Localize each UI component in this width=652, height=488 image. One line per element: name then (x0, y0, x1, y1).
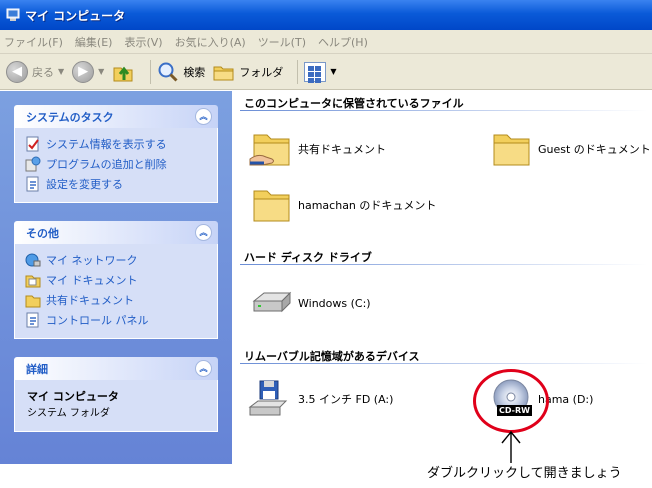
item-hamachan-documents[interactable]: hamachan のドキュメント (248, 185, 436, 225)
views-button[interactable]: ▼ (304, 61, 336, 83)
folder-icon (253, 190, 290, 222)
toolbar-separator (150, 59, 152, 84)
other-places-panel: その他 ︽ マイ ネットワーク マイ ドキュメント 共有ドキュメント コントロー… (14, 221, 218, 339)
system-info-icon (26, 136, 39, 152)
menu-bar: ファイル(F) 編集(E) 表示(V) お気に入り(A) ツール(T) ヘルプ(… (0, 30, 652, 54)
item-label: Guest のドキュメント (538, 143, 651, 156)
folders-button[interactable]: フォルダ (213, 61, 283, 83)
item-floppy-a[interactable]: 3.5 インチ FD (A:) (248, 379, 393, 419)
item-label: hamachan のドキュメント (298, 199, 437, 212)
link-my-documents[interactable]: マイ ドキュメント (25, 270, 207, 290)
group-divider (240, 110, 648, 111)
menu-help[interactable]: ヘルプ(H) (318, 34, 368, 50)
item-shared-documents[interactable]: 共有ドキュメント (248, 129, 386, 169)
toolbar-separator (297, 59, 299, 84)
back-dropdown-icon[interactable]: ▼ (58, 67, 64, 76)
up-arrow-icon (501, 430, 521, 463)
content-area: このコンピュータに保管されているファイル 共有ドキュメント Guest のドキュ… (232, 91, 652, 464)
details-name: マイ コンピュータ (27, 390, 119, 403)
views-dropdown-icon[interactable]: ▼ (330, 67, 336, 76)
group-title-hdd: ハード ディスク ドライブ (244, 251, 372, 264)
window-title: マイ コンピュータ (25, 8, 126, 23)
shared-folder-icon (25, 295, 41, 308)
control-panel-icon (26, 176, 39, 192)
group-divider (240, 363, 648, 364)
task-add-remove-programs[interactable]: プログラムの追加と削除 (25, 154, 207, 174)
details-body: マイ コンピュータ システム フォルダ (14, 380, 218, 432)
control-panel-icon (26, 312, 39, 328)
group-title-removable: リムーバブル記憶域があるデバイス (244, 350, 420, 363)
back-arrow-icon: ◀ (6, 60, 28, 83)
details-subtitle: システム フォルダ (27, 408, 110, 419)
other-places-title: その他 (26, 226, 59, 240)
task-label: システム情報を表示する (46, 138, 167, 151)
back-button[interactable]: ◀ 戻る ▼ (6, 60, 64, 83)
search-button[interactable]: 検索 (157, 61, 205, 83)
item-label: 共有ドキュメント (298, 143, 386, 156)
forward-arrow-icon: ▶ (72, 60, 95, 83)
my-computer-icon (6, 8, 20, 21)
add-remove-programs-icon (25, 156, 41, 172)
hard-drive-icon (252, 291, 292, 313)
link-control-panel[interactable]: コントロール パネル (25, 310, 207, 330)
network-icon (25, 253, 41, 267)
menu-favorites[interactable]: お気に入り(A) (175, 34, 246, 50)
forward-button[interactable]: ▶ ▼ (72, 60, 104, 83)
up-folder-button[interactable] (112, 60, 136, 84)
toolbar: ◀ 戻る ▼ ▶ ▼ 検索 フォルダ ▼ (0, 54, 652, 90)
search-icon (158, 62, 178, 82)
item-label: 3.5 インチ FD (A:) (298, 393, 394, 406)
folders-icon (213, 66, 234, 80)
title-bar[interactable]: マイ コンピュータ (0, 0, 652, 30)
back-label: 戻る (32, 65, 54, 79)
link-my-network[interactable]: マイ ネットワーク (25, 250, 207, 270)
system-tasks-panel: システムのタスク ︽ システム情報を表示する プログラムの追加と削除 設定を変更… (14, 105, 218, 203)
system-tasks-body: システム情報を表示する プログラムの追加と削除 設定を変更する (14, 128, 218, 203)
task-view-system-info[interactable]: システム情報を表示する (25, 134, 207, 154)
collapse-chevron-icon[interactable]: ︽ (195, 108, 212, 125)
system-tasks-title: システムのタスク (26, 110, 114, 124)
details-title: 詳細 (26, 362, 48, 376)
link-shared-documents[interactable]: 共有ドキュメント (25, 290, 207, 310)
group-title-files: このコンピュータに保管されているファイル (244, 97, 464, 110)
annotation-circle (473, 369, 549, 433)
collapse-chevron-icon[interactable]: ︽ (195, 360, 212, 377)
task-label: 設定を変更する (46, 178, 123, 191)
item-drive-c[interactable]: Windows (C:) (248, 283, 371, 323)
folder-icon (493, 134, 530, 166)
menu-file[interactable]: ファイル(F) (4, 34, 63, 50)
forward-dropdown-icon[interactable]: ▼ (98, 67, 104, 76)
collapse-chevron-icon[interactable]: ︽ (195, 224, 212, 241)
menu-tools[interactable]: ツール(T) (258, 34, 306, 50)
menu-view[interactable]: 表示(V) (124, 34, 162, 50)
up-folder-icon (113, 66, 133, 81)
other-places-header[interactable]: その他 ︽ (14, 221, 218, 244)
annotation-text: ダブルクリックして開きましょう (427, 466, 622, 481)
link-label: コントロール パネル (46, 314, 149, 327)
floppy-drive-icon (248, 380, 288, 416)
system-tasks-header[interactable]: システムのタスク ︽ (14, 105, 218, 128)
task-pane: システムのタスク ︽ システム情報を表示する プログラムの追加と削除 設定を変更… (0, 91, 232, 464)
details-panel: 詳細 ︽ マイ コンピュータ システム フォルダ (14, 357, 218, 432)
search-label: 検索 (183, 65, 206, 79)
item-guest-documents[interactable]: Guest のドキュメント (488, 129, 651, 169)
folders-label: フォルダ (239, 65, 284, 79)
other-places-body: マイ ネットワーク マイ ドキュメント 共有ドキュメント コントロール パネル (14, 244, 218, 339)
views-icon (304, 61, 327, 83)
link-label: マイ ネットワーク (46, 254, 138, 267)
details-header[interactable]: 詳細 ︽ (14, 357, 218, 380)
link-label: 共有ドキュメント (46, 294, 134, 307)
menu-edit[interactable]: 編集(E) (75, 34, 113, 50)
group-divider (240, 264, 648, 265)
item-label: Windows (C:) (298, 296, 371, 310)
task-change-settings[interactable]: 設定を変更する (25, 174, 207, 194)
shared-folder-icon (249, 134, 290, 166)
task-label: プログラムの追加と削除 (46, 158, 167, 171)
link-label: マイ ドキュメント (46, 274, 138, 287)
my-documents-icon (25, 275, 41, 288)
